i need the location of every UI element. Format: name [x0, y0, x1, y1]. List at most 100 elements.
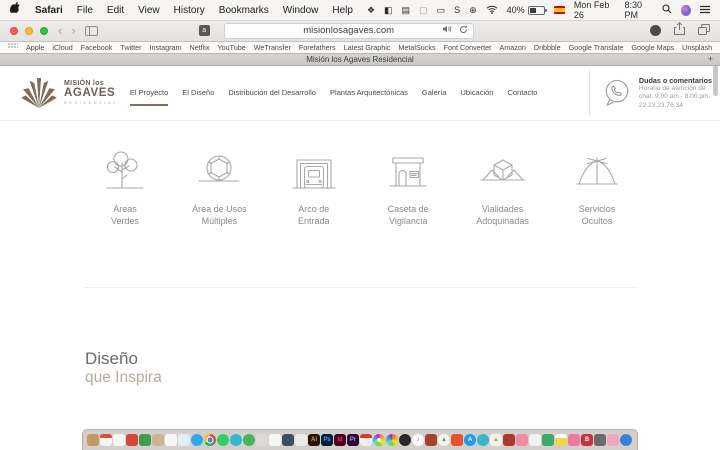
dock-indesign-icon[interactable]: Id: [334, 434, 346, 446]
feature-usos-multiples[interactable]: Área de UsosMúltiples: [172, 148, 266, 227]
bookmark-instagram[interactable]: Instagram: [150, 43, 182, 52]
bookmark-icloud[interactable]: iCloud: [52, 43, 72, 52]
dock-gray-app-icon[interactable]: [256, 434, 268, 446]
whatsapp-icon[interactable]: [603, 78, 631, 108]
dock-files-icon[interactable]: [87, 434, 99, 446]
feature-areas-verdes[interactable]: ÁreasVerdes: [78, 148, 172, 227]
dock-green-app-icon[interactable]: [139, 434, 151, 446]
forward-button[interactable]: ›: [71, 24, 75, 37]
bookmark-google-maps[interactable]: Google Maps: [631, 43, 674, 52]
menu-app-name[interactable]: Safari: [35, 5, 63, 16]
spotlight-search-icon[interactable]: [662, 4, 672, 16]
notification-center-icon[interactable]: [700, 5, 710, 16]
skype-icon[interactable]: S: [454, 6, 460, 15]
feature-arco-entrada[interactable]: Arco deEntrada: [267, 148, 361, 227]
bookmark-unsplash[interactable]: Unsplash: [682, 43, 712, 52]
bookmark-latest-graphic[interactable]: Latest Graphic: [344, 43, 391, 52]
dock-book-app-icon[interactable]: [503, 434, 515, 446]
nav-galeria[interactable]: Galería: [422, 88, 447, 99]
mute-audio-icon[interactable]: [443, 25, 452, 36]
bookmarks-grid-icon[interactable]: [8, 43, 18, 52]
sidebar-icon[interactable]: [85, 26, 98, 36]
dock-premiere-icon[interactable]: Pr: [347, 434, 359, 446]
dock-whatsapp-icon[interactable]: [217, 434, 229, 446]
nav-plantas[interactable]: Plantas Arquitectónicas: [330, 88, 408, 99]
dock-white-doc-icon[interactable]: [269, 434, 281, 446]
bookmark-facebook[interactable]: Facebook: [81, 43, 113, 52]
bookmark-amazon[interactable]: Amazon: [500, 43, 526, 52]
dock-white-app-icon[interactable]: [529, 434, 541, 446]
dock-mail-icon[interactable]: [451, 434, 463, 446]
close-window-button[interactable]: [10, 27, 18, 35]
dock-preview-icon[interactable]: [178, 434, 190, 446]
dock-light-app-icon[interactable]: [295, 434, 307, 446]
new-tab-button[interactable]: +: [708, 54, 713, 64]
dock-drive-icon[interactable]: ▲: [438, 434, 450, 446]
zoom-window-button[interactable]: [40, 27, 48, 35]
bookmark-apple[interactable]: Apple: [26, 43, 44, 52]
dock-teal-app-icon[interactable]: [230, 434, 242, 446]
dock-itunes-icon[interactable]: ♪: [412, 434, 424, 446]
dock-photos-icon[interactable]: [373, 434, 385, 446]
extension-circle-icon[interactable]: [650, 25, 661, 36]
wifi-icon[interactable]: [486, 5, 498, 16]
dock-appstore-icon[interactable]: A: [464, 434, 476, 446]
dock-darkblue-app-icon[interactable]: [282, 434, 294, 446]
dock-bluetooth-app-icon[interactable]: [620, 434, 632, 446]
feature-servicios-ocultos[interactable]: ServiciosOcultos: [550, 148, 644, 227]
back-button[interactable]: ‹: [58, 24, 62, 37]
bookmark-netflix[interactable]: Netflix: [190, 43, 210, 52]
dock-illustrator-icon[interactable]: Ai: [308, 434, 320, 446]
dock-notes-icon[interactable]: [555, 434, 567, 446]
dock-document-icon[interactable]: [165, 434, 177, 446]
dock-chrome-icon[interactable]: [204, 434, 216, 446]
dock-calendar-icon[interactable]: [100, 434, 112, 446]
feature-caseta-vigilancia[interactable]: Caseta deVigilancia: [361, 148, 455, 227]
dock-acrobat-icon[interactable]: [360, 434, 372, 446]
menu-bar-date[interactable]: Mon Feb 26: [574, 0, 616, 20]
dock-photoshop-icon[interactable]: Ps: [321, 434, 333, 446]
nav-contacto[interactable]: Contacto: [507, 88, 537, 99]
menu-bar-time[interactable]: 8:30 PM: [624, 0, 653, 20]
share-icon[interactable]: [674, 22, 685, 40]
nav-ubicacion[interactable]: Ubicación: [461, 88, 494, 99]
display-icon[interactable]: ▭: [437, 6, 446, 15]
bookmark-youtube[interactable]: YouTube: [217, 43, 245, 52]
dock-red-app-icon[interactable]: [126, 434, 138, 446]
dock-display-app-icon[interactable]: [568, 434, 580, 446]
dock-safari-icon[interactable]: [191, 434, 203, 446]
bookmark-google-translate[interactable]: Google Translate: [569, 43, 624, 52]
spain-flag-icon[interactable]: [554, 6, 565, 14]
paste-icon[interactable]: ▢: [419, 6, 428, 15]
dock-bootcamp-icon[interactable]: B: [581, 434, 593, 446]
menu-history[interactable]: History: [174, 5, 205, 16]
dock-stickies-icon[interactable]: [607, 434, 619, 446]
battery-indicator[interactable]: 40%: [507, 5, 545, 15]
dock-pink-app-icon[interactable]: [516, 434, 528, 446]
menu-bookmarks[interactable]: Bookmarks: [219, 5, 269, 16]
launcher-icon[interactable]: ◧: [384, 6, 393, 15]
apple-icon[interactable]: [10, 2, 21, 18]
reload-icon[interactable]: [459, 25, 468, 37]
bookmark-metalsucks[interactable]: MetalSucks: [398, 43, 435, 52]
dock-folder-dark-icon[interactable]: [594, 434, 606, 446]
address-bar[interactable]: misionlosagaves.com: [224, 23, 474, 39]
bookmark-forefathers[interactable]: Forefathers: [299, 43, 336, 52]
menu-help[interactable]: Help: [332, 5, 353, 16]
dock-car-app-icon[interactable]: [425, 434, 437, 446]
dock-chart-app-icon[interactable]: [542, 434, 554, 446]
extension-icon[interactable]: a: [199, 25, 210, 36]
bookmark-dribbble[interactable]: Dribbble: [534, 43, 561, 52]
nav-distribucion[interactable]: Distribución del Desarrollo: [228, 88, 316, 99]
dock-textedit-icon[interactable]: [113, 434, 125, 446]
clipboard-icon[interactable]: ▤: [402, 6, 411, 15]
minimize-window-button[interactable]: [25, 27, 33, 35]
dock-green-circle-app-icon[interactable]: [243, 434, 255, 446]
bookmark-twitter[interactable]: Twitter: [120, 43, 141, 52]
crosshair-icon[interactable]: ⊕: [469, 6, 477, 15]
bookmark-font-converter[interactable]: Font Converter: [444, 43, 492, 52]
dock-tan-app-icon[interactable]: [152, 434, 164, 446]
site-logo[interactable]: MISIÓN los AGAVES RESIDENCIAL: [20, 77, 118, 109]
menu-file[interactable]: File: [77, 5, 93, 16]
dropbox-icon[interactable]: ❖: [367, 6, 375, 15]
